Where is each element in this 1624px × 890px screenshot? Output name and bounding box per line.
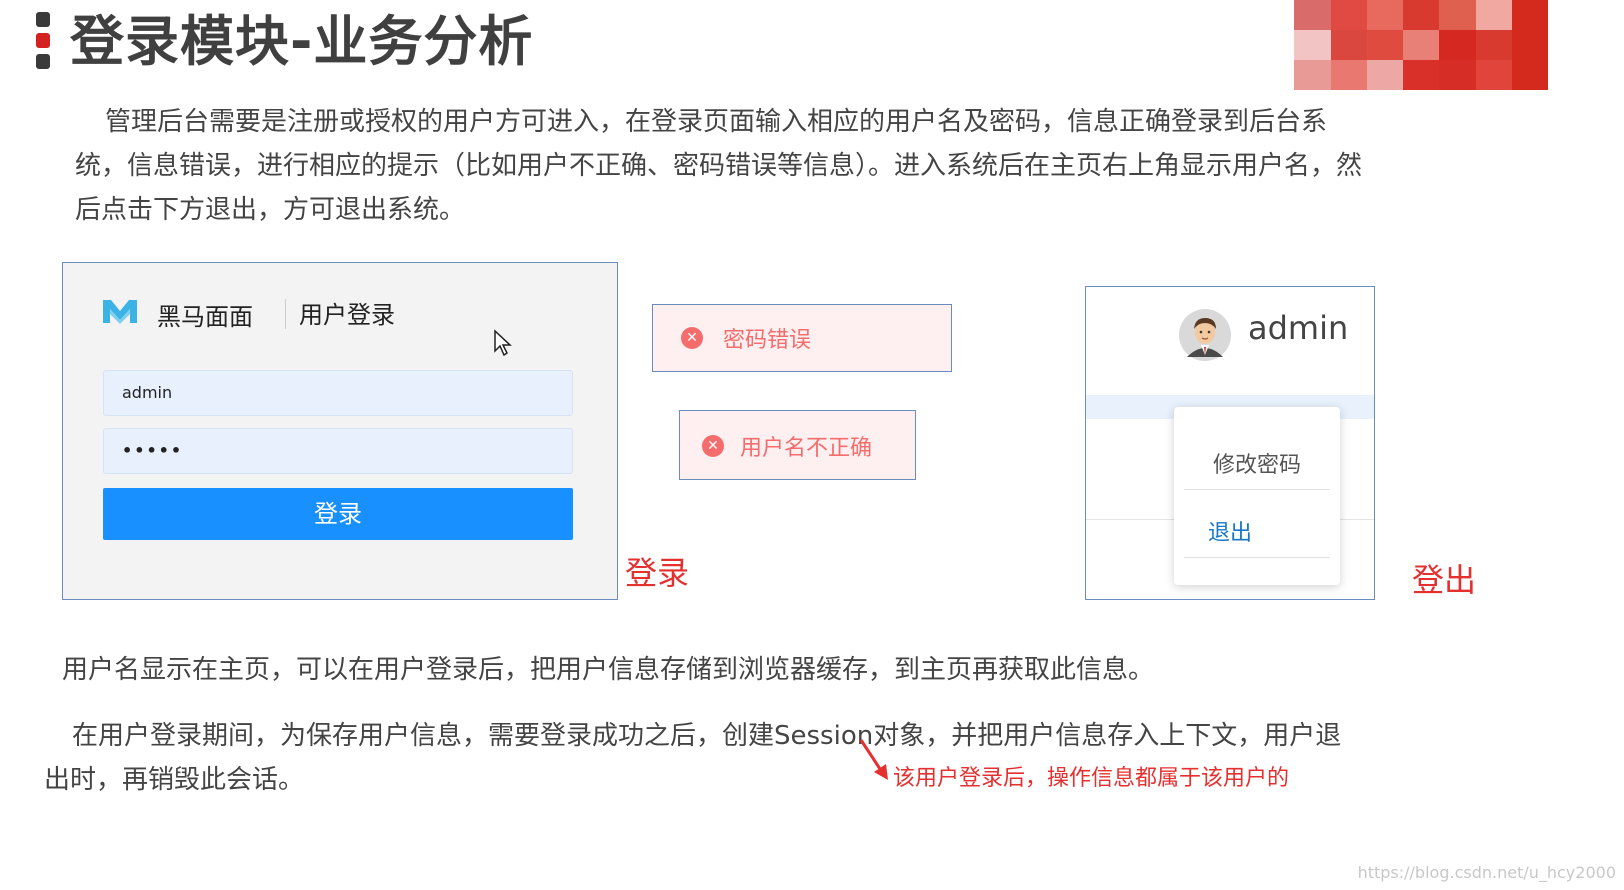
- intro-paragraph-line-2: 统，信息错误，进行相应的提示（比如用户不正确、密码错误等信息）。进入系统后在主页…: [75, 151, 1363, 181]
- username-display[interactable]: admin: [1248, 309, 1348, 347]
- brand-divider: [285, 299, 286, 329]
- page-title: 登录模块-业务分析: [70, 10, 534, 73]
- password-input[interactable]: •••••: [103, 428, 573, 474]
- session-paragraph-line-1: 在用户登录期间，为保存用户信息，需要登录成功之后，创建Session对象，并把用…: [72, 721, 1342, 751]
- annotation-arrow-icon: [859, 739, 888, 780]
- menu-divider: [1184, 489, 1330, 490]
- password-error-text: 密码错误: [723, 328, 812, 353]
- username-input[interactable]: admin: [103, 370, 573, 416]
- cache-paragraph: 用户名显示在主页，可以在用户登录后，把用户信息存储到浏览器缓存，到主页再获取此信…: [62, 655, 1155, 685]
- username-error-message: ✕ 用户名不正确: [679, 410, 916, 480]
- annotation-note: 该用户登录后，操作信息都属于该用户的: [893, 766, 1290, 791]
- brand-name: 黑马面面: [157, 303, 253, 331]
- login-button[interactable]: 登录: [103, 488, 573, 540]
- username-error-text: 用户名不正确: [740, 436, 873, 461]
- login-panel-title: 用户登录: [299, 301, 395, 329]
- brand-logo-icon: [103, 300, 137, 324]
- mosaic-logo-image: [1258, 0, 1548, 90]
- login-caption: 登录: [625, 554, 690, 592]
- mouse-cursor-icon: [494, 329, 512, 357]
- menu-item-logout[interactable]: 退出: [1174, 515, 1340, 547]
- session-paragraph-line-2: 出时，再销毁此会话。: [44, 765, 305, 795]
- watermark: https://blog.csdn.net/u_hcy2000: [1357, 863, 1616, 882]
- menu-divider: [1184, 557, 1330, 558]
- menu-item-change-password[interactable]: 修改密码: [1174, 447, 1340, 479]
- error-close-icon: ✕: [681, 327, 703, 349]
- logout-caption: 登出: [1412, 561, 1477, 599]
- logout-panel: admin 修改密码 退出: [1085, 286, 1375, 600]
- password-error-message: ✕ 密码错误: [652, 304, 952, 372]
- intro-paragraph-line-3: 后点击下方退出，方可退出系统。: [75, 195, 466, 225]
- error-close-icon: ✕: [702, 435, 724, 457]
- intro-paragraph-line-1: 管理后台需要是注册或授权的用户方可进入，在登录页面输入相应的用户名及密码，信息正…: [105, 107, 1328, 137]
- user-dropdown-menu: 修改密码 退出: [1174, 407, 1340, 585]
- avatar[interactable]: [1179, 309, 1231, 361]
- title-bullet-icon: [36, 12, 50, 75]
- login-panel: 黑马面面 用户登录 admin ••••• 登录: [62, 262, 618, 600]
